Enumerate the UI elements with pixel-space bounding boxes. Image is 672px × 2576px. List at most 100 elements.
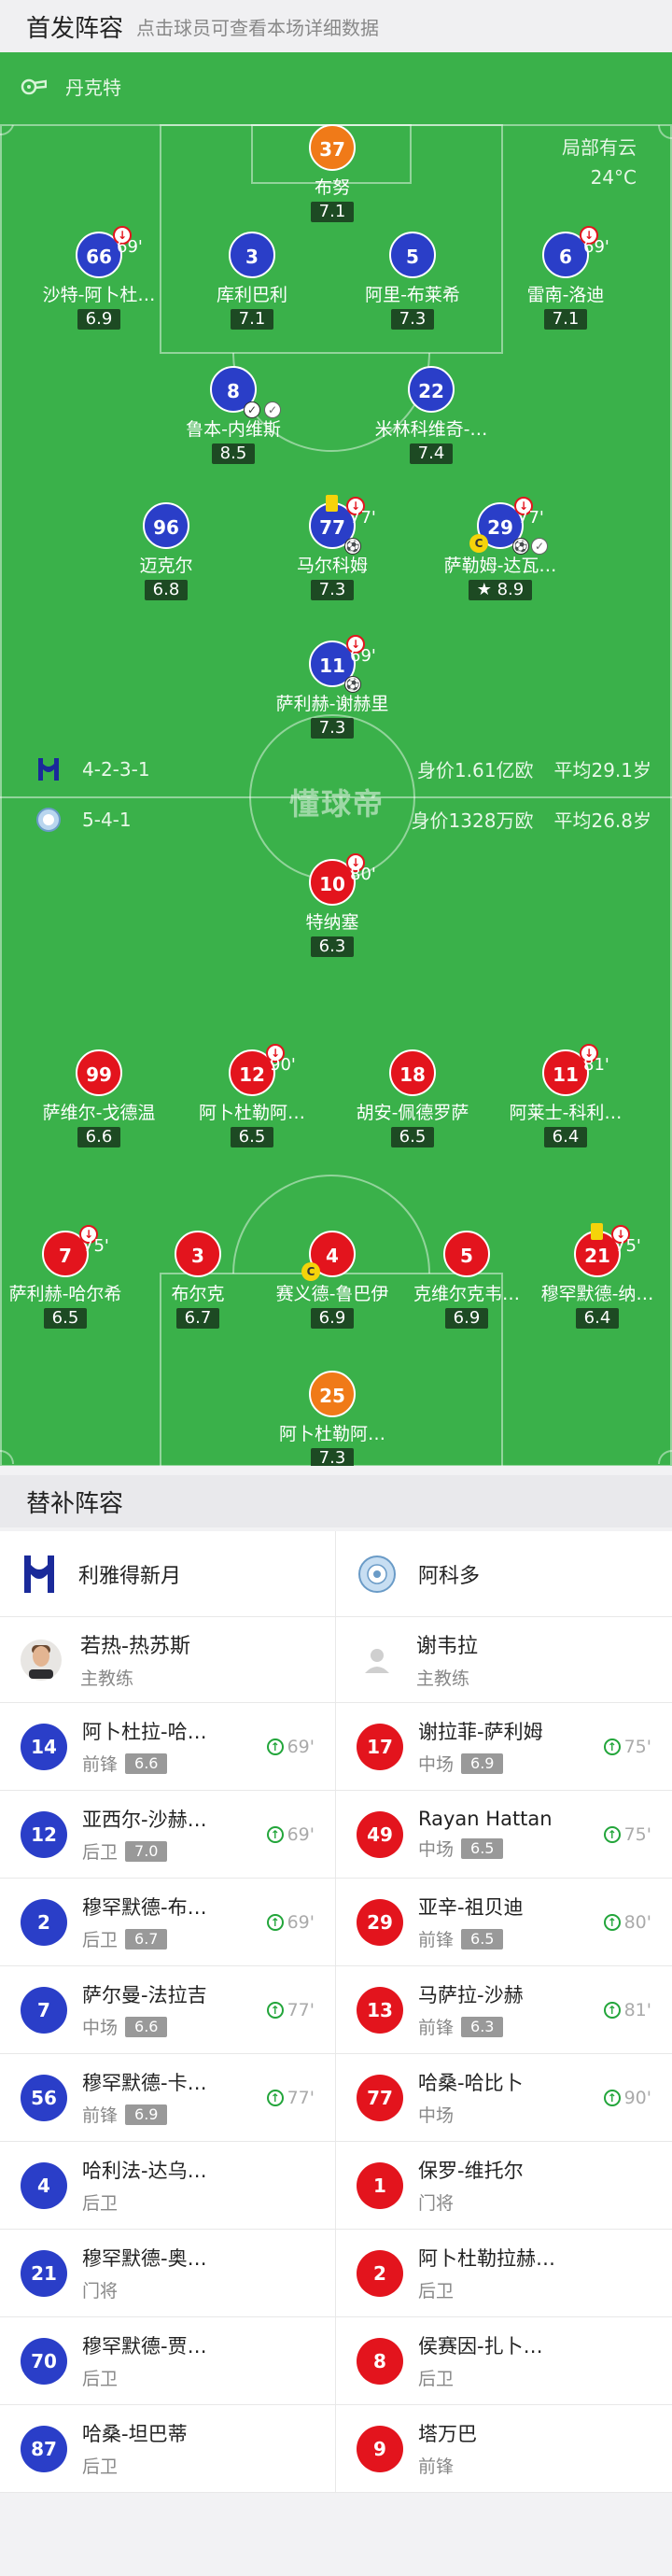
yellow-card-icon <box>591 1223 603 1240</box>
player-name: 胡安-佩德罗萨 <box>356 1103 469 1123</box>
shirt-number: 12 <box>21 1810 67 1858</box>
sub-minute: 69' <box>287 1823 315 1845</box>
home-player[interactable]: 77 ↓ 77' ⚽ 马尔科姆 7.3 <box>253 495 412 600</box>
home-sub-player[interactable]: 12 亚西尔-沙赫… 后卫 7.0 ↑ 69' <box>0 1791 336 1878</box>
sub-minute: 77' <box>287 2087 315 2108</box>
home-sub-player[interactable]: 2 穆罕默德-布… 后卫 6.7 ↑ 69' <box>0 1879 336 1965</box>
home-player[interactable]: 22 米林科维奇-… 7.4 <box>352 366 511 464</box>
home-team[interactable]: 利雅得新月 <box>0 1531 336 1616</box>
player-name: 马尔科姆 <box>296 556 368 576</box>
bench-row: 12 亚西尔-沙赫… 后卫 7.0 ↑ 69' 49 Rayan Hattan 中场 6.5 ↑ 75… <box>0 1791 672 1879</box>
goal-icon: ⚽ <box>344 538 361 555</box>
home-player[interactable]: 8 ✓ ✓ 鲁本-内维斯 8.5 <box>154 366 313 464</box>
home-sub-player[interactable]: 4 哈利法-达乌… 后卫 <box>0 2142 336 2229</box>
home-sub-player[interactable]: 87 哈桑-坦巴蒂 后卫 <box>0 2405 336 2492</box>
player-rating: 6.9 <box>77 309 121 330</box>
away-player[interactable]: 25 阿卜杜勒阿… 7.3 <box>253 1371 412 1466</box>
home-player[interactable]: 11 ↓ 69' ⚽ 萨利赫-谢赫里 7.3 <box>253 635 412 739</box>
captain-icon: C <box>301 1262 320 1281</box>
sub-minute: 77' <box>287 1999 315 2020</box>
sub-minute: 80' <box>350 865 376 884</box>
shirt-number: 3 <box>229 232 275 278</box>
home-player[interactable]: 6 ↓ 69' 雷南-洛迪 7.1 <box>486 226 645 330</box>
player-name: 布努 <box>314 177 350 198</box>
away-sub-player[interactable]: 13 马萨拉-沙赫 前锋 6.3 ↑ 81' <box>336 1966 672 2053</box>
away-sub-player[interactable]: 9 塔万巴 前锋 <box>336 2405 672 2492</box>
player-rating: 6.3 <box>310 936 355 957</box>
sub-on-icon: ↑ <box>266 1913 284 1931</box>
away-sub-player[interactable]: 49 Rayan Hattan 中场 6.5 ↑ 75' <box>336 1791 672 1878</box>
player-name: 哈桑-坦巴蒂 <box>82 2423 188 2445</box>
player-name: 侯赛因-扎卜… <box>418 2335 543 2358</box>
away-sub-player[interactable]: 1 保罗-维托尔 门将 <box>336 2142 672 2229</box>
away-sub-player[interactable]: 77 哈桑-哈比卜 中场 ↑ 90' <box>336 2054 672 2141</box>
starting-lineup-header: 首发阵容 点击球员可查看本场详细数据 <box>0 0 672 52</box>
home-sub-player[interactable]: 14 阿卜杜拉-哈… 前锋 6.6 ↑ 69' <box>0 1703 336 1790</box>
away-sub-player[interactable]: 2 阿卜杜勒拉赫… 后卫 <box>336 2230 672 2316</box>
player-rating: 6.4 <box>543 1127 588 1147</box>
away-sub-player[interactable]: 8 侯赛因-扎卜… 后卫 <box>336 2317 672 2404</box>
player-name: 穆罕默德-奥… <box>82 2247 207 2270</box>
sub-on-icon: ↑ <box>266 1825 284 1843</box>
player-rating: 6.5 <box>461 1837 504 1859</box>
sub-on-icon: ↑ <box>603 1825 621 1843</box>
home-player[interactable]: 5 阿里-布莱希 7.3 <box>333 232 492 330</box>
player-name: 米林科维奇-… <box>374 419 488 440</box>
player-name: 穆罕默德-布… <box>82 1896 207 1919</box>
sub-minute: 69' <box>350 646 376 666</box>
venue-name: 丹克特 <box>65 77 121 99</box>
home-sub-player[interactable]: 56 穆罕默德-卡… 前锋 6.9 ↑ 77' <box>0 2054 336 2141</box>
sub-on: ↑ 75' <box>603 1824 651 1845</box>
player-name: 阿卜杜拉-哈… <box>82 1721 207 1743</box>
player-rating: 7.3 <box>310 1448 355 1466</box>
sub-on-icon: ↑ <box>603 1738 621 1755</box>
player-name: 穆罕默德-卡… <box>82 2072 207 2094</box>
shirt-number: 25 <box>309 1371 356 1417</box>
player-name: 亚辛-祖贝迪 <box>418 1896 524 1919</box>
coach-avatar <box>357 1639 398 1681</box>
home-coach[interactable]: 若热-热苏斯 主教练 <box>0 1617 336 1702</box>
home-player[interactable]: 96 迈克尔 6.8 <box>87 502 245 600</box>
home-player[interactable]: 3 库利巴利 7.1 <box>173 232 331 330</box>
player-rating: 8.5 <box>211 443 256 464</box>
player-rating: ★ 8.9 <box>468 580 533 600</box>
coach-row: 若热-热苏斯 主教练 谢韦拉 主教练 <box>0 1617 672 1703</box>
away-coach[interactable]: 谢韦拉 主教练 <box>336 1617 672 1702</box>
player-position: 前锋 <box>418 2456 455 2477</box>
away-sub-player[interactable]: 29 亚辛-祖贝迪 前锋 6.5 ↑ 80' <box>336 1879 672 1965</box>
player-rating: 6.6 <box>77 1127 121 1147</box>
player-name: 保罗-维托尔 <box>418 2160 524 2182</box>
home-sub-player[interactable]: 7 萨尔曼-法拉吉 中场 6.6 ↑ 77' <box>0 1966 336 2053</box>
sub-on-icon: ↑ <box>603 2089 621 2106</box>
shirt-number: 2 <box>21 1898 67 1946</box>
player-rating: 6.5 <box>390 1127 435 1147</box>
team-name: 利雅得新月 <box>78 1564 182 1588</box>
player-rating: 7.3 <box>310 718 355 739</box>
bench-list: 利雅得新月 阿科多 若热-热苏斯 主教练 谢韦拉 主教练 14 阿卜杜拉-哈… … <box>0 1531 672 2493</box>
away-player[interactable]: 18 胡安-佩德罗萨 6.5 <box>333 1049 492 1147</box>
home-player[interactable]: 37 布努 7.1 <box>253 124 412 222</box>
coach-role: 主教练 <box>416 1668 470 1689</box>
shirt-number: 7 <box>59 1245 72 1267</box>
away-player[interactable]: 11 ↓ 81' 阿莱士-科利… 6.4 <box>486 1044 645 1147</box>
away-team[interactable]: 阿科多 <box>336 1531 672 1616</box>
away-player[interactable]: 12 ↓ 90' 阿卜杜勒阿… 6.5 <box>173 1044 331 1147</box>
away-sub-player[interactable]: 17 谢拉菲-萨利姆 中场 6.9 ↑ 75' <box>336 1703 672 1790</box>
shirt-number: 13 <box>357 1986 403 2034</box>
home-sub-player[interactable]: 70 穆罕默德-贾… 后卫 <box>0 2317 336 2404</box>
section-title: 替补阵容 <box>26 1489 124 1518</box>
sub-on: ↑ 69' <box>266 1823 315 1845</box>
away-player[interactable]: 21 ↓ 75' 穆罕默德-纳… 6.4 <box>518 1223 672 1329</box>
home-player[interactable]: 66 ↓ 69' 沙特-阿卜杜… 6.9 <box>20 226 178 330</box>
temperature: 24°C <box>590 166 637 189</box>
shirt-number: 11 <box>319 655 345 677</box>
away-player[interactable]: 10 ↓ 80' 特纳塞 6.3 <box>253 853 412 957</box>
away-player[interactable]: 99 萨维尔-戈德温 6.6 <box>20 1049 178 1147</box>
home-player[interactable]: 29 ↓ 77' C ⚽ ✓ 萨勒姆-达瓦… ★ 8.9 <box>421 497 580 600</box>
player-rating: 7.4 <box>409 443 454 464</box>
player-position: 前锋 <box>82 1754 119 1775</box>
home-sub-player[interactable]: 21 穆罕默德-奥… 门将 <box>0 2230 336 2316</box>
sub-on: ↑ 80' <box>603 1912 651 1933</box>
player-rating: 6.5 <box>230 1127 274 1147</box>
coach-name: 谢韦拉 <box>416 1635 479 1658</box>
